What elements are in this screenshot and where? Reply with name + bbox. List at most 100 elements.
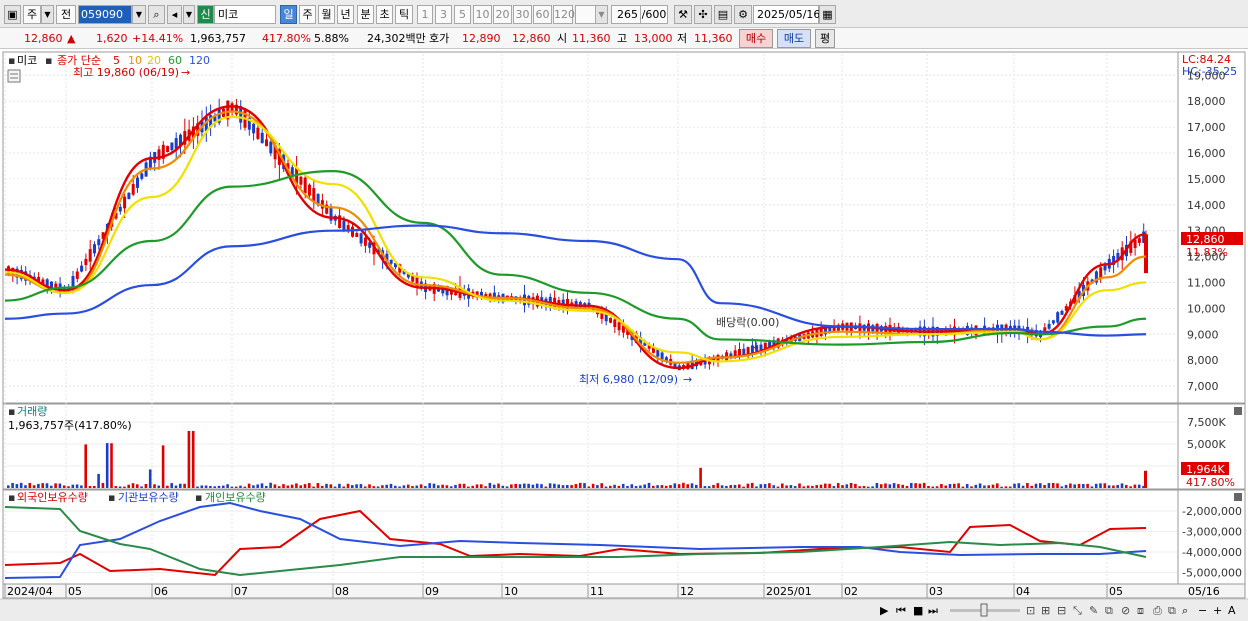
chevron-down-icon[interactable]: ▼ [595,5,608,24]
volume-bar [454,484,457,488]
volume-bar [957,483,960,488]
volume-bar [862,486,866,488]
candle-body [269,141,273,154]
font-size-icon[interactable]: A [1228,604,1236,617]
volume-bar [746,483,750,488]
buy-button[interactable]: 매수 [739,29,773,48]
layout-icon[interactable]: ⊡ [1026,604,1035,617]
volume-tag: 1,964K [1186,463,1225,476]
stock-name-field[interactable]: 미코 [214,5,276,24]
volume-bar [191,430,195,488]
crosshair-icon[interactable]: ✣ [694,5,712,24]
volume-bar [449,486,453,488]
period-minute[interactable]: 분 [357,5,374,24]
volume-bar [510,484,513,488]
volume-bar [518,484,522,488]
volume-bar [1039,483,1042,488]
forward-icon[interactable]: ⏭ [928,604,938,617]
minute-10[interactable]: 10 [473,5,492,24]
period-day[interactable]: 일 [280,5,297,24]
period-tick[interactable]: 틱 [395,5,413,24]
volume-bar [634,486,638,488]
zoom-slider-handle[interactable] [980,603,988,617]
candle-body [127,192,131,200]
volume-bar [1069,483,1072,488]
copy-icon[interactable]: ⧉ [1168,604,1176,617]
calendar-icon[interactable]: ▦ [819,5,836,24]
volume-bar [574,484,578,488]
x-tick-label: 05 [1109,585,1123,598]
candle-body [351,226,354,237]
pane-maximize-icon[interactable] [1234,493,1242,501]
minute-1[interactable]: 1 [417,5,433,24]
chevron-down-icon[interactable]: ▼ [41,5,54,24]
sell-button[interactable]: 매도 [777,29,811,48]
minute-20[interactable]: 20 [493,5,512,24]
zoom-out-icon[interactable]: − [1198,604,1207,617]
minute-120[interactable]: 120 [553,5,575,24]
settings-dot-icon[interactable]: ▪ [8,405,15,418]
volume-bar [1103,483,1107,488]
volume-bar [1030,485,1033,488]
tools-icon[interactable]: ⚒ [674,5,692,24]
date-field[interactable]: 2025/05/16 [753,5,820,24]
table-icon[interactable] [7,69,21,83]
rewind-icon[interactable]: ⏮ [896,604,906,617]
pane-maximize-icon[interactable] [1234,407,1242,415]
period-month[interactable]: 월 [318,5,335,24]
candle-body [363,237,367,246]
dividend-annotation: 배당락(0.00) [716,316,779,329]
zoom-in-icon[interactable]: + [1213,604,1222,617]
minute-5[interactable]: 5 [454,5,471,24]
volume-bar [1043,485,1046,488]
eval-button[interactable]: 평 [815,29,835,48]
prev-button[interactable]: 전 [56,5,76,24]
layout-icon[interactable]: ⧉ [1105,604,1113,617]
volume-bar [1129,486,1132,488]
settings-dot-icon[interactable]: ▪ [8,491,15,504]
volume-bar [673,483,677,488]
minute-3[interactable]: 3 [435,5,452,24]
shape-tool-icon[interactable]: ⊘ [1121,604,1130,617]
chevron-down-icon[interactable]: ▼ [183,5,195,24]
volume-bar [535,483,539,488]
candle-body [118,206,122,212]
stop-icon[interactable]: ■ [913,604,923,617]
scroll-right-icon[interactable]: ▶ [880,604,889,617]
stock-code-input[interactable]: 059090 [78,5,132,24]
volume-bar [161,445,165,488]
volume-bar [204,485,208,488]
pen-tool-icon[interactable]: ✎ [1089,604,1098,617]
speaker-icon[interactable]: ◂ [167,5,182,24]
period-week[interactable]: 주 [299,5,316,24]
line-tool-icon[interactable]: ⤡ [1073,604,1082,617]
period-second[interactable]: 초 [376,5,393,24]
layout-icon[interactable]: ⧈ [1137,604,1144,617]
volume-bar [609,485,612,488]
volume-bar [553,483,556,488]
minute-60[interactable]: 60 [533,5,552,24]
minute-30[interactable]: 30 [513,5,532,24]
right-arrow-icon: → [181,66,190,79]
retail-holding-legend: 개인보유수량 [205,491,266,504]
window-icon[interactable]: ▣ [4,5,21,24]
gear-icon[interactable]: ⚙ [734,5,752,24]
layout-icon[interactable]: ⊞ [1041,604,1050,617]
save-icon[interactable]: ▤ [714,5,732,24]
search-icon[interactable]: ⌕ [1182,604,1188,617]
volume-bar [1060,486,1064,488]
volume-bar [118,486,122,488]
market-select[interactable]: 주 [23,5,41,24]
volume-bar [140,486,143,488]
x-tick-label: 12 [680,585,694,598]
print-icon[interactable]: ⎙ [1153,604,1162,617]
period-year[interactable]: 년 [337,5,354,24]
settings-dot-icon[interactable]: ▪ [8,54,15,67]
count-input[interactable]: 265 [611,5,641,24]
chevron-down-icon[interactable]: ▼ [132,5,146,24]
layout-icon[interactable]: ⊟ [1057,604,1066,617]
search-icon[interactable]: ⌕ [148,5,165,24]
stock-chart[interactable]: ▪ 미코 ▪ 종가 단순 5 10 20 60 120 최고 19,860 (0… [0,49,1248,621]
volume-bar [948,483,952,488]
candle-body [389,259,393,264]
